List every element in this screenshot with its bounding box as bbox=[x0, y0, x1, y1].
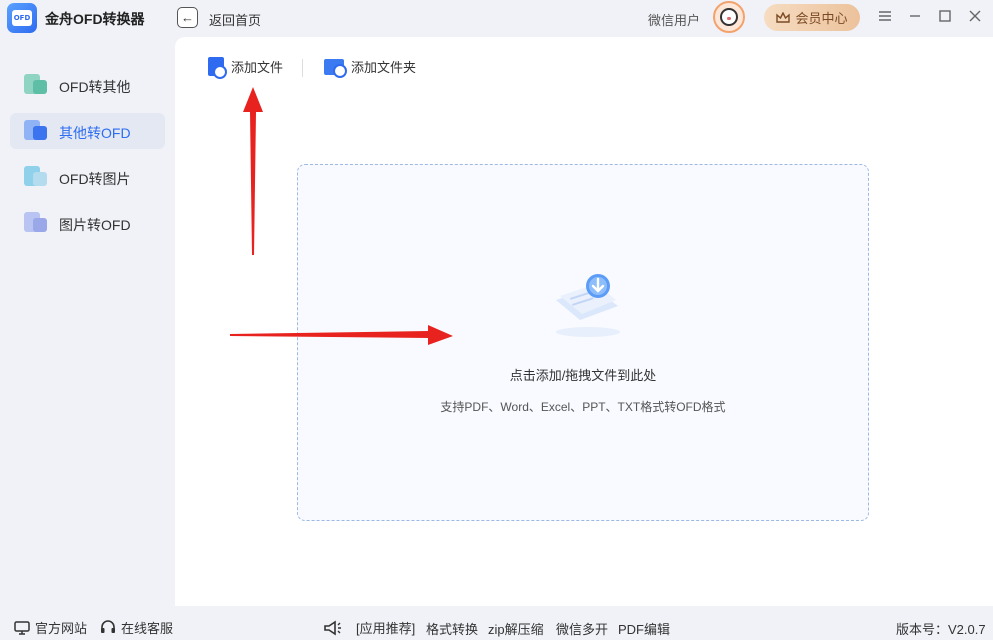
other-to-ofd-icon bbox=[24, 120, 48, 142]
sidebar-item-ofd-to-image[interactable]: OFD转图片 bbox=[10, 159, 165, 195]
monitor-icon bbox=[14, 620, 30, 635]
add-folder-icon bbox=[324, 58, 347, 78]
minimize-icon[interactable] bbox=[905, 6, 925, 26]
add-file-label: 添加文件 bbox=[231, 60, 284, 75]
sidebar-item-label: OFD转图片 bbox=[59, 171, 131, 187]
footer-link-zip[interactable]: zip解压缩 bbox=[488, 619, 544, 638]
vip-center-label: 会员中心 bbox=[795, 11, 848, 26]
title-bar: OFD 金舟OFD转换器 ← 返回首页 微信用户 会员中心 bbox=[0, 0, 993, 36]
add-file-button[interactable]: 添加文件 bbox=[208, 57, 284, 79]
dropzone-title: 点击添加/拖拽文件到此处 bbox=[509, 368, 657, 383]
megaphone-icon bbox=[324, 620, 341, 635]
app-logo: OFD bbox=[7, 3, 37, 33]
official-website-link[interactable]: 官方网站 bbox=[14, 618, 87, 637]
user-name[interactable]: 微信用户 bbox=[648, 10, 700, 29]
avatar[interactable] bbox=[713, 1, 745, 33]
dropzone-subtitle: 支持PDF、Word、Excel、PPT、TXT格式转OFD格式 bbox=[440, 400, 726, 414]
sidebar: OFD转其他 其他转OFD OFD转图片 图片转OFD bbox=[0, 40, 175, 606]
headset-icon bbox=[101, 620, 115, 633]
maximize-icon[interactable] bbox=[935, 6, 955, 26]
toolbar-divider bbox=[302, 59, 303, 77]
footer-link-format-convert[interactable]: 格式转换 bbox=[426, 619, 478, 638]
sidebar-item-label: 其他转OFD bbox=[59, 125, 131, 141]
app-recommend: [应用推荐] bbox=[323, 618, 415, 637]
app-title: 金舟OFD转换器 bbox=[45, 11, 145, 27]
crown-icon bbox=[776, 11, 791, 23]
ofd-to-image-icon bbox=[24, 166, 48, 188]
upload-illustration-icon bbox=[556, 274, 620, 337]
add-folder-button[interactable]: 添加文件夹 bbox=[324, 57, 417, 78]
add-file-icon bbox=[208, 57, 227, 79]
arrow-left-icon: ← bbox=[181, 10, 194, 25]
back-button[interactable]: ← bbox=[177, 7, 198, 28]
sidebar-item-image-to-ofd[interactable]: 图片转OFD bbox=[10, 205, 165, 241]
official-website-label: 官方网站 bbox=[35, 621, 88, 636]
sidebar-item-ofd-to-other[interactable]: OFD转其他 bbox=[10, 67, 165, 103]
app-logo-text: OFD bbox=[12, 10, 32, 26]
close-icon[interactable] bbox=[965, 6, 985, 26]
file-drop-zone[interactable]: 点击添加/拖拽文件到此处 支持PDF、Word、Excel、PPT、TXT格式转… bbox=[297, 164, 869, 521]
online-support-label: 在线客服 bbox=[121, 621, 174, 636]
online-support-link[interactable]: 在线客服 bbox=[100, 618, 173, 637]
version-label: 版本号：V2.0.7 bbox=[896, 622, 986, 637]
ofd-to-other-icon bbox=[24, 74, 48, 96]
vip-center-button[interactable]: 会员中心 bbox=[764, 4, 860, 31]
panda-avatar-icon bbox=[720, 8, 738, 26]
main-panel: 添加文件 添加文件夹 点击添加/拖拽文件到此处 支持PDF、Word、Excel… bbox=[175, 37, 993, 606]
back-home-link[interactable]: 返回首页 bbox=[209, 10, 261, 29]
sidebar-item-other-to-ofd[interactable]: 其他转OFD bbox=[10, 113, 165, 149]
footer-link-wechat-multi[interactable]: 微信多开 bbox=[556, 619, 608, 638]
sidebar-item-label: OFD转其他 bbox=[59, 79, 131, 95]
footer-link-pdf-edit[interactable]: PDF编辑 bbox=[618, 619, 670, 638]
app-recommend-label: [应用推荐] bbox=[356, 621, 416, 636]
image-to-ofd-icon bbox=[24, 212, 48, 234]
sidebar-item-label: 图片转OFD bbox=[59, 217, 131, 233]
add-folder-label: 添加文件夹 bbox=[351, 60, 417, 75]
footer: 官方网站 在线客服 [应用推荐] 格式转换 zip解压缩 微信多开 PDF编辑 … bbox=[0, 610, 993, 640]
menu-icon[interactable] bbox=[875, 6, 895, 26]
